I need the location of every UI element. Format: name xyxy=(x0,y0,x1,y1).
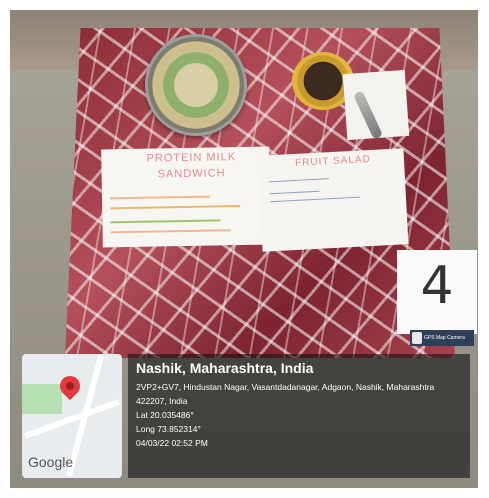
latitude: Lat 20.035486° xyxy=(136,410,194,420)
gps-camera-icon xyxy=(412,332,422,344)
address-line: 2VP2+GV7, Hindustan Nagar, Vasantdadanag… xyxy=(136,382,435,392)
geo-overlay: Google Nashik, Maharashtra, India 2VP2+G… xyxy=(10,350,478,488)
gps-tag-label: GPS Map Camera xyxy=(424,335,465,341)
table-number: 4 xyxy=(420,256,454,316)
handwriting-line xyxy=(269,196,360,203)
handwriting-line xyxy=(110,219,221,224)
address-line: 422207, India xyxy=(136,396,188,406)
sandwich-card: PROTEIN MILK SANDWICH xyxy=(101,146,271,248)
fruit-salad-title: FRUIT SALAD xyxy=(294,153,372,169)
handwriting-line xyxy=(268,178,329,183)
fruit-salad-card: FRUIT SALAD xyxy=(257,148,409,252)
location-info-panel: Nashik, Maharashtra, India 2VP2+GV7, Hin… xyxy=(128,354,470,478)
sandwich-plate xyxy=(145,34,247,136)
longitude: Long 73.852314° xyxy=(136,424,201,434)
handwriting-line xyxy=(109,195,211,200)
mini-map[interactable]: Google xyxy=(22,354,122,478)
map-park-area xyxy=(22,384,62,414)
gps-map-camera-tag: GPS Map Camera xyxy=(410,330,474,346)
sandwich-card-subtitle: SANDWICH xyxy=(157,167,226,181)
table-number-card: 4 xyxy=(397,250,477,334)
sandwich-card-title: PROTEIN MILK xyxy=(146,151,237,165)
google-logo: Google xyxy=(28,454,74,470)
handwriting-line xyxy=(110,205,241,210)
photo-frame: PROTEIN MILK SANDWICH FRUIT SALAD 4 GPS … xyxy=(0,0,489,498)
place-name: Nashik, Maharashtra, India xyxy=(136,360,314,376)
handwriting-line xyxy=(269,190,320,195)
timestamp: 04/03/22 02:52 PM xyxy=(136,438,208,448)
handwriting-line xyxy=(110,229,231,234)
